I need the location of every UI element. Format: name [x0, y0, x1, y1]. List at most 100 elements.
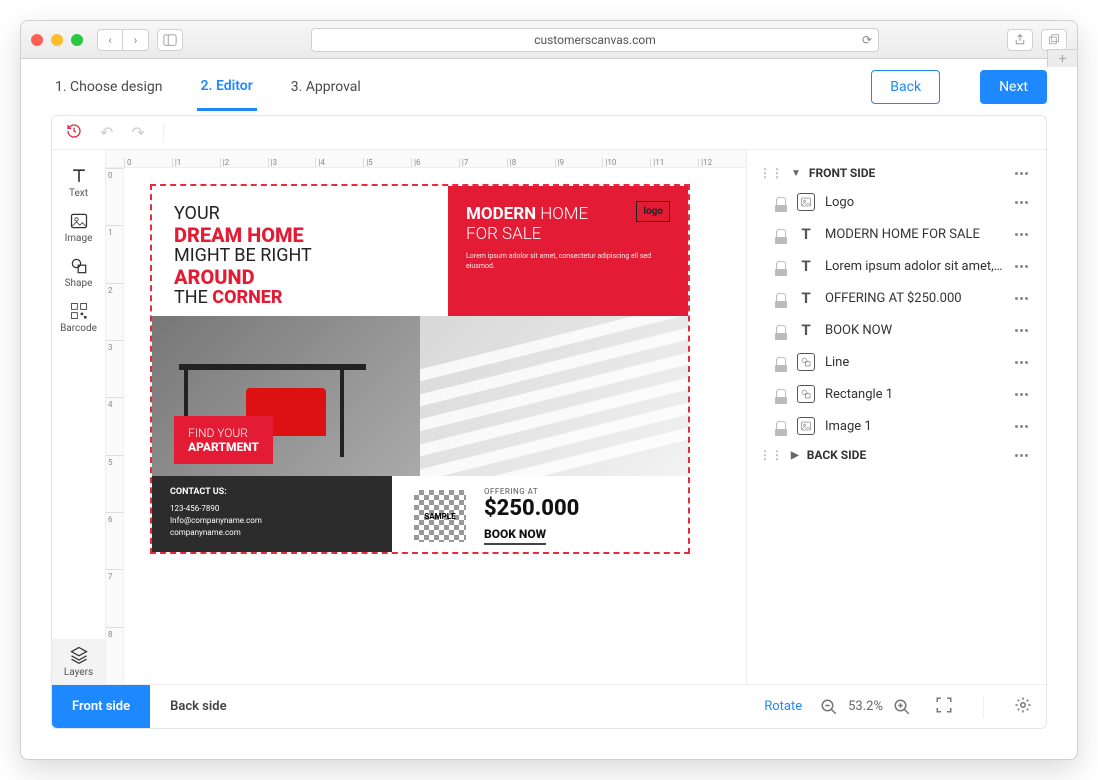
tab-back-side[interactable]: Back side: [150, 685, 246, 728]
chevron-down-icon[interactable]: ▼: [791, 168, 801, 179]
stage[interactable]: logo YOUR DREAM HOME MIGHT BE RIGHT AROU…: [124, 168, 746, 684]
layer-row[interactable]: Image 1: [755, 410, 1038, 442]
more-icon[interactable]: [1015, 297, 1035, 300]
find-apartment-box[interactable]: FIND YOUR APARTMENT: [174, 416, 273, 464]
contact-block[interactable]: CONTACT US: 123-456-7890 Info@companynam…: [152, 476, 392, 554]
tool-layers[interactable]: Layers: [52, 639, 105, 684]
browser-titlebar: ‹ › customerscanvas.com ⟳ +: [21, 21, 1077, 59]
tool-shape-label: Shape: [65, 278, 93, 289]
find-line1: FIND YOUR: [188, 426, 248, 440]
fit-screen-icon[interactable]: [935, 696, 953, 718]
layer-row[interactable]: Line: [755, 346, 1038, 378]
lock-icon[interactable]: [775, 229, 787, 239]
logo-placeholder[interactable]: logo: [636, 201, 670, 222]
tool-shape[interactable]: Shape: [52, 250, 105, 295]
back-button[interactable]: Back: [871, 70, 940, 104]
qr-price-block[interactable]: OFFERING AT $250.000 BOOK NOW: [392, 476, 688, 554]
layer-row[interactable]: TBOOK NOW: [755, 314, 1038, 346]
maximize-window-icon[interactable]: [71, 34, 83, 46]
url-text: customerscanvas.com: [534, 33, 656, 47]
tabs-button[interactable]: [1041, 29, 1067, 51]
history-icon[interactable]: [66, 123, 82, 143]
step-approval[interactable]: 3. Approval: [287, 65, 365, 109]
zoom-controls: 53.2%: [820, 696, 1046, 718]
drag-handle-icon[interactable]: ⋮⋮: [759, 448, 783, 462]
price-value: $250.000: [484, 496, 579, 521]
browser-window: ‹ › customerscanvas.com ⟳ + 1. Choose de…: [20, 20, 1078, 760]
zoom-out-icon[interactable]: [820, 698, 838, 716]
lock-icon[interactable]: [775, 293, 787, 303]
lock-icon[interactable]: [775, 261, 787, 271]
window-controls: [31, 34, 83, 46]
building-image[interactable]: [420, 316, 688, 476]
more-icon[interactable]: [1015, 201, 1035, 204]
layer-row[interactable]: Logo: [755, 186, 1038, 218]
contact-phone: 123-456-7890: [170, 503, 374, 515]
lock-icon[interactable]: [775, 421, 787, 431]
rotate-button[interactable]: Rotate: [764, 699, 802, 714]
more-icon[interactable]: [1015, 265, 1035, 268]
layer-row[interactable]: TOFFERING AT $250.000: [755, 282, 1038, 314]
url-bar[interactable]: customerscanvas.com ⟳: [311, 28, 879, 52]
tool-barcode-label: Barcode: [60, 323, 97, 334]
redo-button[interactable]: ↷: [131, 123, 144, 142]
more-icon[interactable]: [1015, 361, 1035, 364]
more-icon[interactable]: [1015, 233, 1035, 236]
layer-row[interactable]: TMODERN HOME FOR SALE: [755, 218, 1038, 250]
back-side-header[interactable]: ⋮⋮ ▶ BACK SIDE: [755, 442, 1038, 468]
zoom-in-icon[interactable]: [893, 698, 911, 716]
layer-label: Rectangle 1: [825, 387, 1005, 402]
drag-handle-icon[interactable]: ⋮⋮: [759, 166, 783, 180]
more-icon[interactable]: [1015, 393, 1035, 396]
more-icon[interactable]: [1015, 172, 1035, 175]
tool-text[interactable]: Text: [52, 160, 105, 205]
settings-icon[interactable]: [1014, 696, 1032, 718]
lorem-text: Lorem ipsum adolor sit amet, consectetur…: [466, 252, 666, 272]
layer-label: BOOK NOW: [825, 323, 1005, 338]
tool-barcode[interactable]: Barcode: [52, 295, 105, 340]
nav-back-button[interactable]: ‹: [97, 29, 123, 51]
history-bar: ↶ ↷: [52, 116, 1046, 150]
layer-label: Logo: [825, 195, 1005, 210]
close-window-icon[interactable]: [31, 34, 43, 46]
layer-row[interactable]: TLorem ipsum adolor sit amet, cons...: [755, 250, 1038, 282]
new-tab-button[interactable]: +: [1047, 49, 1077, 67]
contact-site: companyname.com: [170, 527, 374, 539]
layers-panel: ⋮⋮ ▼ FRONT SIDE Logo TMODERN HOME FOR SAL…: [746, 150, 1046, 684]
layer-label: Lorem ipsum adolor sit amet, cons...: [825, 259, 1005, 274]
tool-image[interactable]: Image: [52, 205, 105, 250]
find-line2: APARTMENT: [188, 440, 259, 454]
contact-title: CONTACT US:: [170, 486, 374, 500]
headline-4: AROUND: [174, 266, 448, 288]
headline-block[interactable]: YOUR DREAM HOME MIGHT BE RIGHT AROUND TH…: [152, 186, 448, 316]
more-icon[interactable]: [1015, 454, 1035, 457]
tab-front-side[interactable]: Front side: [52, 685, 150, 728]
nav-forward-button[interactable]: ›: [123, 29, 149, 51]
design-artboard[interactable]: logo YOUR DREAM HOME MIGHT BE RIGHT AROU…: [150, 184, 690, 554]
chevron-right-icon[interactable]: ▶: [791, 450, 799, 461]
more-icon[interactable]: [1015, 329, 1035, 332]
lock-icon[interactable]: [775, 197, 787, 207]
minimize-window-icon[interactable]: [51, 34, 63, 46]
headline-1: YOUR: [174, 204, 448, 224]
tool-image-label: Image: [65, 233, 93, 244]
undo-button[interactable]: ↶: [100, 123, 113, 142]
more-icon[interactable]: [1015, 425, 1035, 428]
lock-icon[interactable]: [775, 357, 787, 367]
lock-icon[interactable]: [775, 325, 787, 335]
back-side-title: BACK SIDE: [807, 448, 867, 462]
lock-icon[interactable]: [775, 389, 787, 399]
step-choose-design[interactable]: 1. Choose design: [51, 65, 167, 109]
next-button[interactable]: Next: [980, 70, 1047, 104]
front-side-header[interactable]: ⋮⋮ ▼ FRONT SIDE: [755, 160, 1038, 186]
canvas-area: 0|1|2|3|4|5|6|7|8|9|10|11|12 012345678 l…: [106, 150, 746, 684]
layer-row[interactable]: Rectangle 1: [755, 378, 1038, 410]
book-now: BOOK NOW: [484, 527, 546, 545]
step-editor[interactable]: 2. Editor: [197, 64, 257, 111]
tool-text-label: Text: [69, 188, 88, 199]
editor-frame: ↶ ↷ Text Image Shape: [51, 115, 1047, 729]
reload-icon[interactable]: ⟳: [862, 33, 872, 47]
share-button[interactable]: [1007, 29, 1033, 51]
sidebar-toggle-button[interactable]: [157, 29, 183, 51]
ruler-horizontal: 0|1|2|3|4|5|6|7|8|9|10|11|12: [106, 150, 746, 168]
